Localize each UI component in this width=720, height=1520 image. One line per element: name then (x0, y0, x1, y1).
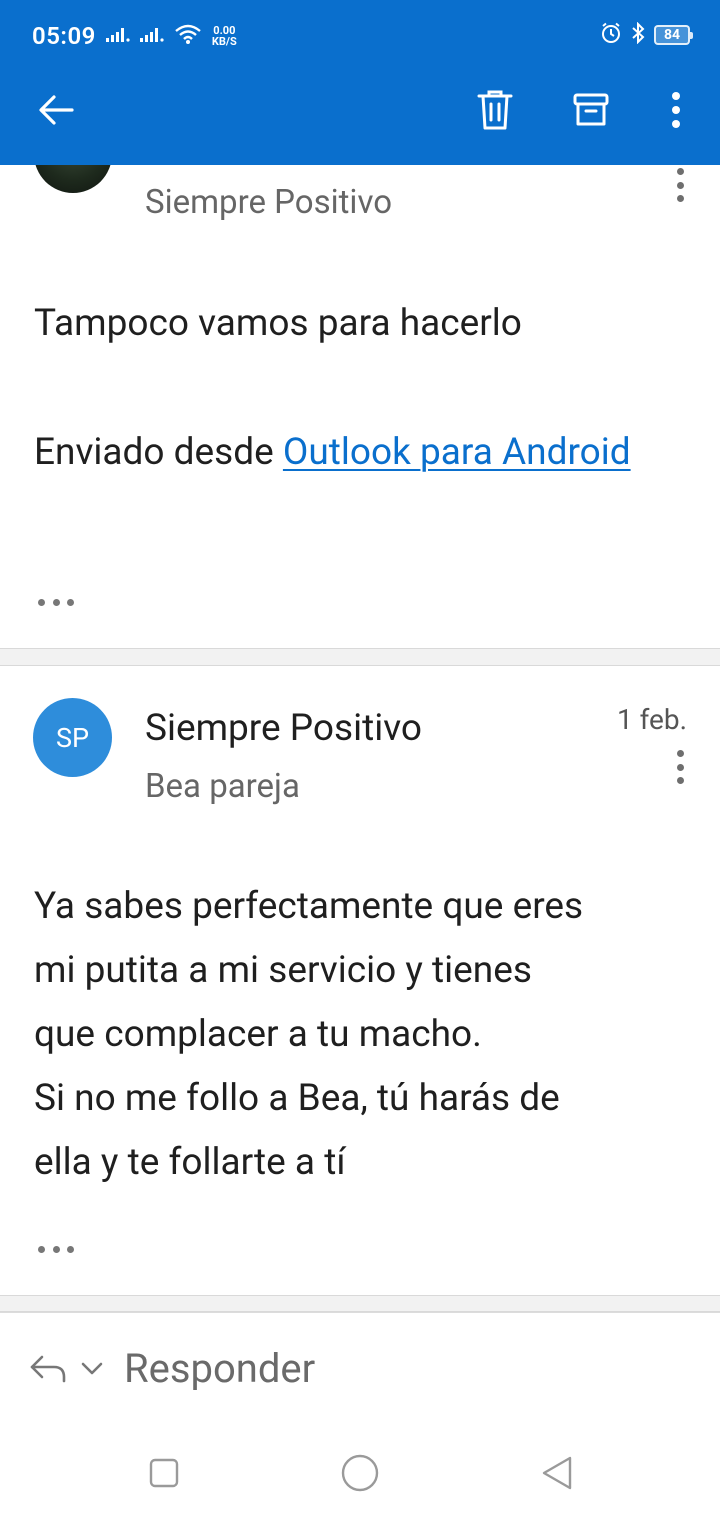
message-body-line: Si no me follo a Bea, tú harás de (34, 1077, 560, 1120)
reply-bar (0, 1312, 720, 1430)
app-bar: 05:09 0.00 KB/S 84 (0, 0, 720, 165)
delete-button[interactable] (469, 84, 521, 136)
message-options-button[interactable] (668, 165, 692, 205)
triangle-back-icon (542, 1456, 572, 1490)
message-signature: Enviado desde Outlook para Android (34, 421, 694, 485)
archive-icon (573, 93, 609, 126)
message-sender: Siempre Positivo (145, 707, 422, 750)
wifi-icon (174, 24, 202, 48)
message-body-line: Tampoco vamos para hacerlo (34, 302, 522, 345)
signal-icon (105, 26, 130, 46)
message-date: 1 feb. (616, 703, 687, 736)
message-card[interactable]: SP Siempre Positivo Bea pareja 1 feb. Ya… (0, 666, 720, 1295)
message-body-line: ella y te follarte a tí (34, 1141, 346, 1184)
message-recipient: Siempre Positivo (145, 183, 393, 222)
signal-icon-2 (139, 26, 164, 46)
show-quoted-text-button[interactable] (38, 1242, 74, 1256)
message-divider (0, 648, 720, 666)
message-thread[interactable]: Siempre Positivo Tampoco vamos para hace… (0, 165, 720, 1312)
alarm-icon (600, 22, 622, 48)
recents-button[interactable] (141, 1450, 187, 1496)
network-speed: 0.00 KB/S (212, 25, 237, 47)
network-speed-unit: KB/S (211, 35, 237, 48)
avatar[interactable]: SP (33, 698, 112, 777)
signature-prefix: Enviado desde (34, 431, 283, 474)
reply-icon (30, 1355, 66, 1383)
outlook-link[interactable]: Outlook para Android (283, 431, 631, 474)
status-time: 05:09 (32, 22, 96, 50)
message-body-line: mi putita a mi servicio y tienes (34, 949, 532, 992)
more-vert-icon (672, 92, 680, 128)
message-recipient: Bea pareja (145, 767, 300, 806)
show-quoted-text-button[interactable] (38, 595, 74, 609)
trash-icon (477, 90, 513, 130)
home-button[interactable] (337, 1450, 383, 1496)
reply-button[interactable] (28, 1349, 70, 1389)
message-divider (0, 1295, 720, 1312)
archive-button[interactable] (565, 84, 617, 136)
square-icon (149, 1458, 179, 1488)
chevron-down-icon (81, 1362, 103, 1375)
circle-icon (341, 1454, 379, 1492)
back-nav-button[interactable] (534, 1450, 580, 1496)
arrow-back-icon (39, 95, 74, 125)
message-body: Ya sabes perfectamente que eres mi putit… (34, 875, 694, 1195)
message-body-line: Ya sabes perfectamente que eres (34, 885, 584, 928)
reply-options-button[interactable] (80, 1357, 104, 1381)
avatar[interactable] (34, 165, 112, 193)
battery-indicator: 84 (654, 25, 693, 45)
message-card[interactable]: Siempre Positivo Tampoco vamos para hace… (0, 165, 720, 648)
bluetooth-icon (630, 21, 646, 48)
back-button[interactable] (30, 84, 82, 136)
message-body-line: que complacer a tu macho. (34, 1013, 482, 1056)
reply-label[interactable]: Responder (124, 1345, 315, 1392)
message-options-button[interactable] (668, 747, 692, 787)
more-options-button[interactable] (650, 84, 702, 136)
status-bar: 05:09 0.00 KB/S 84 (0, 0, 720, 72)
